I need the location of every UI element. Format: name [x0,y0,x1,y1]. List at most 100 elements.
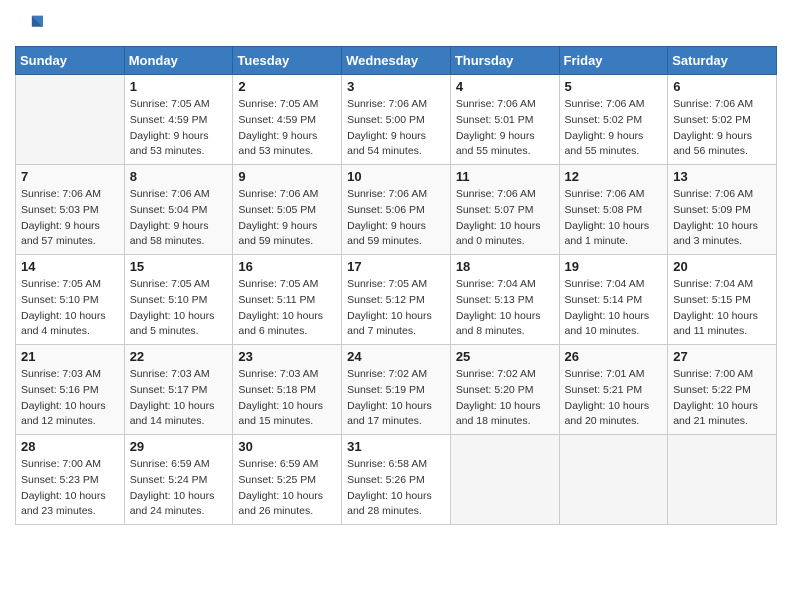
day-info: Sunrise: 7:01 AMSunset: 5:21 PMDaylight:… [565,367,663,430]
day-number: 14 [21,259,119,274]
week-row-3: 21 Sunrise: 7:03 AMSunset: 5:16 PMDayligh… [16,345,777,435]
calendar-cell: 17 Sunrise: 7:05 AMSunset: 5:12 PMDayligh… [342,255,451,345]
header-saturday: Saturday [668,47,777,75]
day-number: 15 [130,259,228,274]
calendar-cell: 22 Sunrise: 7:03 AMSunset: 5:17 PMDayligh… [124,345,233,435]
calendar-cell: 29Sunrise: 6:59 AMSunset: 5:24 PMDayligh… [124,435,233,525]
day-number: 19 [565,259,663,274]
week-row-0: 1 Sunrise: 7:05 AMSunset: 4:59 PMDaylight… [16,75,777,165]
day-info: Sunrise: 7:05 AMSunset: 5:12 PMDaylight:… [347,277,445,340]
day-info: Sunrise: 7:04 AMSunset: 5:13 PMDaylight:… [456,277,554,340]
day-info: Sunrise: 7:05 AMSunset: 5:10 PMDaylight:… [21,277,119,340]
day-info: Sunrise: 7:00 AMSunset: 5:22 PMDaylight:… [673,367,771,430]
day-info: Sunrise: 7:06 AMSunset: 5:03 PMDaylight:… [21,187,119,250]
day-number: 27 [673,349,771,364]
calendar-cell: 2 Sunrise: 7:05 AMSunset: 4:59 PMDaylight… [233,75,342,165]
day-number: 22 [130,349,228,364]
day-number: 17 [347,259,445,274]
day-info: Sunrise: 7:06 AMSunset: 5:02 PMDaylight:… [565,97,663,160]
calendar-cell: 5Sunrise: 7:06 AMSunset: 5:02 PMDaylight… [559,75,668,165]
calendar-cell: 9 Sunrise: 7:06 AMSunset: 5:05 PMDaylight… [233,165,342,255]
calendar-cell [668,435,777,525]
calendar-cell [559,435,668,525]
calendar-cell: 30Sunrise: 6:59 AMSunset: 5:25 PMDayligh… [233,435,342,525]
calendar-cell [16,75,125,165]
day-info: Sunrise: 7:02 AMSunset: 5:19 PMDaylight:… [347,367,445,430]
day-number: 26 [565,349,663,364]
header-thursday: Thursday [450,47,559,75]
day-info: Sunrise: 7:06 AMSunset: 5:00 PMDaylight:… [347,97,445,160]
calendar-cell: 15 Sunrise: 7:05 AMSunset: 5:10 PMDayligh… [124,255,233,345]
calendar-cell: 16Sunrise: 7:05 AMSunset: 5:11 PMDayligh… [233,255,342,345]
day-info: Sunrise: 7:03 AMSunset: 5:18 PMDaylight:… [238,367,336,430]
calendar-cell: 12Sunrise: 7:06 AMSunset: 5:08 PMDayligh… [559,165,668,255]
calendar-cell: 27 Sunrise: 7:00 AMSunset: 5:22 PMDayligh… [668,345,777,435]
calendar-cell: 26 Sunrise: 7:01 AMSunset: 5:21 PMDayligh… [559,345,668,435]
calendar-cell: 20Sunrise: 7:04 AMSunset: 5:15 PMDayligh… [668,255,777,345]
logo [15,10,47,38]
day-number: 29 [130,439,228,454]
week-row-2: 14 Sunrise: 7:05 AMSunset: 5:10 PMDayligh… [16,255,777,345]
day-number: 20 [673,259,771,274]
day-info: Sunrise: 7:05 AMSunset: 4:59 PMDaylight:… [238,97,336,160]
day-number: 13 [673,169,771,184]
page-header [15,10,777,38]
calendar-cell: 1 Sunrise: 7:05 AMSunset: 4:59 PMDaylight… [124,75,233,165]
day-info: Sunrise: 7:05 AMSunset: 5:10 PMDaylight:… [130,277,228,340]
header-tuesday: Tuesday [233,47,342,75]
day-number: 6 [673,79,771,94]
calendar-cell: 4 Sunrise: 7:06 AMSunset: 5:01 PMDaylight… [450,75,559,165]
calendar-cell: 18 Sunrise: 7:04 AMSunset: 5:13 PMDayligh… [450,255,559,345]
calendar-table: SundayMondayTuesdayWednesdayThursdayFrid… [15,46,777,525]
calendar-cell: 13 Sunrise: 7:06 AMSunset: 5:09 PMDayligh… [668,165,777,255]
day-info: Sunrise: 6:59 AMSunset: 5:25 PMDaylight:… [238,457,336,520]
day-number: 9 [238,169,336,184]
day-info: Sunrise: 7:06 AMSunset: 5:01 PMDaylight:… [456,97,554,160]
day-number: 18 [456,259,554,274]
calendar-cell: 31 Sunrise: 6:58 AMSunset: 5:26 PMDayligh… [342,435,451,525]
day-number: 1 [130,79,228,94]
calendar-cell [450,435,559,525]
calendar-cell: 3Sunrise: 7:06 AMSunset: 5:00 PMDaylight… [342,75,451,165]
day-number: 24 [347,349,445,364]
calendar-cell: 21 Sunrise: 7:03 AMSunset: 5:16 PMDayligh… [16,345,125,435]
day-number: 28 [21,439,119,454]
day-info: Sunrise: 6:58 AMSunset: 5:26 PMDaylight:… [347,457,445,520]
day-info: Sunrise: 7:06 AMSunset: 5:04 PMDaylight:… [130,187,228,250]
day-number: 21 [21,349,119,364]
day-info: Sunrise: 7:06 AMSunset: 5:08 PMDaylight:… [565,187,663,250]
day-number: 25 [456,349,554,364]
calendar-cell: 14 Sunrise: 7:05 AMSunset: 5:10 PMDayligh… [16,255,125,345]
calendar-cell: 23 Sunrise: 7:03 AMSunset: 5:18 PMDayligh… [233,345,342,435]
day-number: 2 [238,79,336,94]
day-number: 8 [130,169,228,184]
calendar-cell: 25 Sunrise: 7:02 AMSunset: 5:20 PMDayligh… [450,345,559,435]
header-sunday: Sunday [16,47,125,75]
day-info: Sunrise: 7:06 AMSunset: 5:07 PMDaylight:… [456,187,554,250]
day-info: Sunrise: 7:00 AMSunset: 5:23 PMDaylight:… [21,457,119,520]
header-friday: Friday [559,47,668,75]
day-info: Sunrise: 7:05 AMSunset: 5:11 PMDaylight:… [238,277,336,340]
day-number: 4 [456,79,554,94]
day-info: Sunrise: 7:04 AMSunset: 5:14 PMDaylight:… [565,277,663,340]
week-row-4: 28 Sunrise: 7:00 AMSunset: 5:23 PMDayligh… [16,435,777,525]
header-wednesday: Wednesday [342,47,451,75]
day-number: 10 [347,169,445,184]
calendar-cell: 11Sunrise: 7:06 AMSunset: 5:07 PMDayligh… [450,165,559,255]
day-number: 23 [238,349,336,364]
day-info: Sunrise: 7:02 AMSunset: 5:20 PMDaylight:… [456,367,554,430]
day-info: Sunrise: 7:03 AMSunset: 5:16 PMDaylight:… [21,367,119,430]
calendar-cell: 7Sunrise: 7:06 AMSunset: 5:03 PMDaylight… [16,165,125,255]
day-info: Sunrise: 7:06 AMSunset: 5:05 PMDaylight:… [238,187,336,250]
week-row-1: 7Sunrise: 7:06 AMSunset: 5:03 PMDaylight… [16,165,777,255]
day-number: 31 [347,439,445,454]
header-monday: Monday [124,47,233,75]
calendar-cell: 24 Sunrise: 7:02 AMSunset: 5:19 PMDayligh… [342,345,451,435]
day-info: Sunrise: 7:03 AMSunset: 5:17 PMDaylight:… [130,367,228,430]
calendar-cell: 19 Sunrise: 7:04 AMSunset: 5:14 PMDayligh… [559,255,668,345]
day-info: Sunrise: 7:05 AMSunset: 4:59 PMDaylight:… [130,97,228,160]
day-info: Sunrise: 7:06 AMSunset: 5:09 PMDaylight:… [673,187,771,250]
calendar-header-row: SundayMondayTuesdayWednesdayThursdayFrid… [16,47,777,75]
day-info: Sunrise: 7:06 AMSunset: 5:06 PMDaylight:… [347,187,445,250]
logo-icon [15,10,43,38]
